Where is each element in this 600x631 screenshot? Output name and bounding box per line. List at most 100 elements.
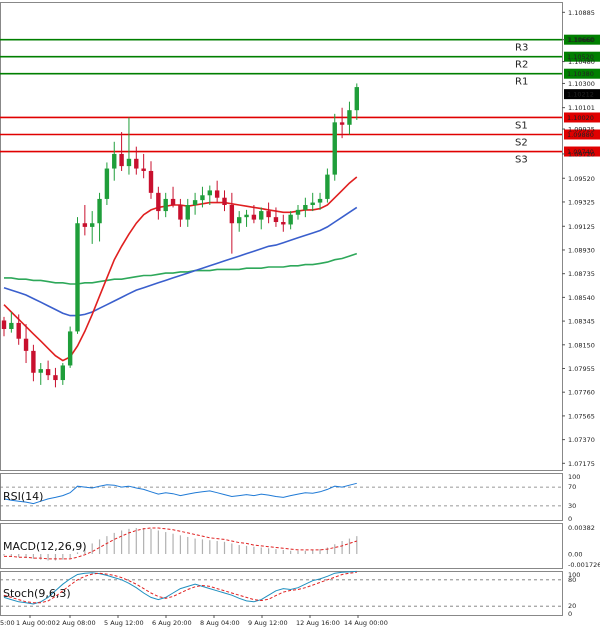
y-tick-label: 1.07175 xyxy=(568,460,595,468)
chart-frames xyxy=(0,2,563,616)
level-label-r1: R1 xyxy=(515,77,528,88)
x-tick-label: 5:00 xyxy=(0,619,15,627)
time-axis: 5:00 1 Aug 00:00 2 Aug 08:00 5 Aug 12:00 6 A… xyxy=(0,615,388,627)
candle-body xyxy=(45,369,51,376)
candle-body xyxy=(288,214,293,225)
candle-body xyxy=(295,209,301,215)
y-tick-label: 1.09325 xyxy=(568,198,595,206)
x-tick-label: 2 Aug 08:00 xyxy=(56,619,96,627)
macd-tick-label: 0.00 xyxy=(568,550,582,558)
y-tick-label: 1.10480 xyxy=(568,58,595,66)
macd-tick-label: 0.00382 xyxy=(568,524,595,532)
candle-body xyxy=(317,198,323,203)
macd-label: MACD(12,26,9) xyxy=(3,540,87,553)
y-tick-label: 1.08735 xyxy=(568,270,595,278)
candle-body xyxy=(9,322,14,329)
y-tick-label: 1.07760 xyxy=(568,389,595,397)
candle-body xyxy=(192,200,198,206)
level-label-r2: R2 xyxy=(515,60,528,71)
candle-body xyxy=(60,365,65,381)
x-tick-label: 12 Aug 16:00 xyxy=(296,619,340,627)
stoch-tick-label: 80 xyxy=(568,576,576,584)
candle-body xyxy=(75,223,80,332)
candle-body xyxy=(23,338,29,351)
candle-body xyxy=(325,174,330,199)
candle-body xyxy=(156,192,161,212)
level-tag-s1: 1.10020 xyxy=(567,114,594,122)
candle-body xyxy=(104,168,110,199)
y-tick-label: 1.09720 xyxy=(568,150,595,158)
y-tick-label: 1.10300 xyxy=(568,80,595,88)
x-tick-label: 5 Aug 12:00 xyxy=(104,619,144,627)
candle-body xyxy=(251,214,257,220)
x-tick-label: 14 Aug 00:00 xyxy=(344,619,388,627)
candle-body xyxy=(200,195,205,201)
candle-body xyxy=(31,350,36,373)
candle-body xyxy=(332,122,337,175)
candle-body xyxy=(38,369,43,373)
candle-body xyxy=(185,205,190,220)
y-tick-label: 1.07955 xyxy=(568,365,595,373)
x-tick-label: 8 Aug 04:00 xyxy=(200,619,240,627)
candle-body xyxy=(310,202,315,206)
candle-body xyxy=(148,170,154,193)
stoch-label: Stoch(9,6,3) xyxy=(3,587,71,600)
rsi-label: RSI(14) xyxy=(3,490,43,503)
y-tick-label: 1.08345 xyxy=(568,318,595,326)
candle-body xyxy=(163,198,168,212)
x-tick-label: 9 Aug 12:00 xyxy=(248,619,288,627)
candle-body xyxy=(347,110,352,125)
candle-body xyxy=(273,217,279,223)
y-tick-label: 1.10660 xyxy=(568,36,595,44)
x-tick-label: 1 Aug 00:00 xyxy=(16,619,56,627)
rsi-tick-label: 70 xyxy=(568,483,576,491)
candle-body xyxy=(303,205,308,210)
candle-body xyxy=(244,214,249,218)
y-tick-label: 1.10101 xyxy=(568,104,595,112)
level-label-s3: S3 xyxy=(515,155,528,166)
candle-body xyxy=(229,205,235,224)
candle-body xyxy=(1,320,7,329)
y-tick-label: 1.08150 xyxy=(568,341,595,349)
candle-body xyxy=(141,168,146,171)
candle-body xyxy=(67,331,73,366)
macd-tick-label: -0.001726 xyxy=(568,561,600,569)
y-tick-label: 1.08930 xyxy=(568,246,595,254)
candle-body xyxy=(119,153,124,167)
price-chart: R31.10660R21.10520R11.10380S11.10020S21.… xyxy=(0,2,600,627)
stoch-tick-label: 20 xyxy=(568,602,576,610)
candle-body xyxy=(112,153,117,169)
candle-body xyxy=(266,211,271,218)
candle-body xyxy=(90,223,95,227)
y-tick-label: 1.09125 xyxy=(568,223,595,231)
candle-body xyxy=(214,190,220,198)
candle-body xyxy=(134,158,139,169)
candle-body xyxy=(222,197,227,206)
x-tick-label: 6 Aug 20:00 xyxy=(152,619,192,627)
y-tick-label: 1.09520 xyxy=(568,175,595,183)
y-tick-label: 1.08540 xyxy=(568,294,595,302)
candle-body xyxy=(16,322,21,339)
y-tick-label: 1.07565 xyxy=(568,412,595,420)
candle-body xyxy=(126,158,132,167)
candle-body xyxy=(207,190,212,196)
y-tick-label: 1.09925 xyxy=(568,126,595,134)
level-tag-r1: 1.10380 xyxy=(567,70,594,78)
candle-body xyxy=(170,198,176,206)
candle-body xyxy=(339,122,345,125)
current-price-tag: 1.10212 xyxy=(567,91,594,99)
level-label-r3: R3 xyxy=(515,43,528,54)
rsi-tick-label: 100 xyxy=(568,473,580,481)
candle-body xyxy=(97,198,102,224)
stoch-tick-label: 0 xyxy=(568,610,572,618)
rsi-tick-label: 0 xyxy=(568,515,572,523)
level-label-s1: S1 xyxy=(515,120,528,131)
rsi-tick-label: 30 xyxy=(568,502,576,510)
panel-frame-0 xyxy=(0,2,563,471)
candle-body xyxy=(237,217,242,224)
candle-body xyxy=(82,223,88,227)
level-label-s2: S2 xyxy=(515,137,528,148)
candle-body xyxy=(178,205,183,220)
candle-body xyxy=(354,87,359,111)
candle-body xyxy=(259,211,264,220)
